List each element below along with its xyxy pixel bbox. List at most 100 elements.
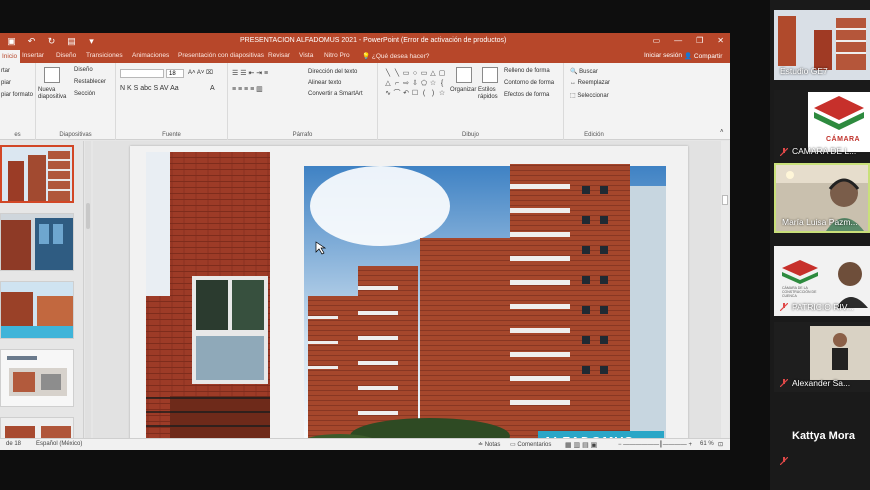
quick-access-toolbar: ▣ ↶ ↻ ▤ ▾ (6, 36, 97, 47)
tab-nitro-pro[interactable]: Nitro Pro (324, 52, 350, 59)
thumbnail-slide[interactable] (0, 145, 74, 203)
ribbon: rtar piar piar formato es Nueva diaposit… (0, 63, 730, 140)
font-family-combo[interactable] (120, 69, 164, 78)
group-slides: Nueva diapositiva Diseño Restablecer Sec… (36, 63, 116, 140)
shapes-gallery[interactable]: ╲ ╲ ▭ ○ ▭ △ ▢ △ ⌐ ⇨ ⇩ ⬠ ☆{ ∿ ⌒ ↶ ☐() ☆ (384, 69, 446, 101)
tab-inicio[interactable]: Inicio (0, 50, 21, 63)
zoom-level[interactable]: 61 % (700, 441, 714, 447)
participants-panel: Estudio GE7 CÁMARA CAMARA DE L... María … (770, 0, 870, 490)
slide-editing-area: ALFADOMUS PRODUCTOS DE ARCILLA (93, 141, 728, 450)
new-slide-button[interactable]: Nueva diapositiva (38, 87, 68, 101)
participant-tile[interactable]: Alexander Sa... (774, 322, 870, 392)
cut-button[interactable]: rtar (1, 68, 10, 74)
select-button[interactable]: ⬚ Seleccionar (570, 92, 609, 99)
share-button[interactable]: 👤 Compartir (684, 52, 722, 60)
tab-diseno[interactable]: Diseño (56, 52, 76, 59)
text-direction-button[interactable]: Dirección del texto (308, 69, 357, 75)
slide-scrollbar[interactable] (721, 141, 729, 438)
window-controls: ▭ — ❐ ✕ (653, 36, 724, 45)
restore-icon[interactable]: ❐ (696, 36, 703, 45)
thumbnails-scrollbar[interactable] (85, 141, 91, 438)
copy-button[interactable]: piar (1, 80, 11, 86)
font-grow-shrink[interactable]: A˄ A˅ ⌧ (188, 69, 213, 76)
participant-tile-active-speaker[interactable]: María Luisa Pazm... (774, 163, 870, 233)
arrange-icon[interactable] (456, 67, 472, 83)
redo-icon[interactable]: ↻ (46, 36, 57, 47)
slide-graphics (146, 152, 666, 450)
group-label-clipboard: es (14, 132, 21, 138)
shape-effects-button[interactable]: Efectos de forma (504, 92, 549, 98)
new-slide-icon[interactable] (44, 67, 60, 83)
fit-slide-icon[interactable]: ⊡ (718, 441, 723, 448)
participant-tile[interactable]: CÁMARA DE LA CONSTRUCCIÓN DE CUENCA PATR… (774, 246, 870, 316)
status-bar: de 18 Español (México) ≐ Notas ▭ Comenta… (0, 438, 730, 450)
shape-outline-button[interactable]: Contorno de forma (504, 80, 554, 86)
participant-tile[interactable]: Kattya Mora (774, 400, 870, 470)
share-label: Compartir (693, 53, 723, 60)
align-text-button[interactable]: Alinear texto (308, 80, 341, 86)
ribbon-tabs: Inicio Insertar Diseño Transiciones Anim… (0, 50, 730, 63)
zoom-slider[interactable]: − ——————┃———— + (618, 441, 692, 448)
participant-name-large: Kattya Mora (792, 430, 855, 442)
participant-tile[interactable]: CÁMARA CAMARA DE L... (774, 90, 870, 160)
save-icon[interactable]: ▣ (6, 36, 17, 47)
slide-counter: de 18 (6, 441, 22, 447)
title-bar: ▣ ↶ ↻ ▤ ▾ PRESENTACION ALFADOMUS 2021 - … (0, 33, 730, 50)
format-painter-button[interactable]: piar formato (1, 92, 33, 98)
arrange-button[interactable]: Organizar (450, 87, 476, 93)
comments-button[interactable]: ▭ Comentarios (510, 441, 551, 448)
participant-name: Alexander Sa... (792, 378, 851, 388)
sign-in-link[interactable]: Iniciar sesión (644, 52, 682, 59)
tab-vista[interactable]: Vista (299, 52, 313, 59)
find-button[interactable]: 🔍 Buscar (570, 68, 598, 75)
reset-button[interactable]: Restablecer (74, 79, 106, 85)
convert-smartart-button[interactable]: Convertir a SmartArt (308, 91, 363, 97)
language-indicator[interactable]: Español (México) (36, 441, 82, 447)
section-button[interactable]: Sección (74, 91, 95, 97)
mic-muted-icon (780, 303, 788, 311)
view-buttons[interactable]: ▦ ▥ ▤ ▣ (565, 441, 597, 449)
start-presentation-icon[interactable]: ▤ (66, 36, 77, 47)
window-title: PRESENTACION ALFADOMUS 2021 - PowerPoint… (240, 37, 507, 44)
font-size-combo[interactable]: 18 (166, 69, 184, 78)
tab-revisar[interactable]: Revisar (268, 52, 290, 59)
group-label-paragraph: Párrafo (292, 132, 313, 138)
font-format-buttons[interactable]: N K S abc S AV Aa (120, 85, 179, 92)
participant-tile[interactable]: Estudio GE7 (774, 10, 870, 80)
current-slide[interactable]: ALFADOMUS PRODUCTOS DE ARCILLA (130, 146, 688, 450)
layout-button[interactable]: Diseño (74, 67, 93, 73)
group-label-slides: Diapositivas (59, 132, 92, 138)
thumbnail-house-image (1, 214, 73, 270)
tab-transiciones[interactable]: Transiciones (86, 52, 123, 59)
quick-styles-icon[interactable] (482, 67, 498, 83)
thumbnail-slide[interactable] (0, 417, 74, 438)
font-color-button[interactable]: A (210, 85, 215, 92)
mic-muted-icon (780, 379, 788, 387)
tab-presentacion[interactable]: Presentación con diapositivas (178, 52, 264, 59)
ribbon-display-icon[interactable]: ▭ (653, 36, 661, 45)
align-buttons[interactable]: ≡ ≡ ≡ ≡ ▥ (232, 85, 263, 93)
slide-thumbnails-pane (0, 141, 84, 438)
undo-icon[interactable]: ↶ (26, 36, 37, 47)
thumbnail-slide[interactable] (0, 281, 74, 339)
list-buttons[interactable]: ☰ ☰ ⇤ ⇥ ≡ (232, 69, 268, 77)
group-font: 18 A˄ A˅ ⌧ N K S abc S AV Aa A Fuente (116, 63, 228, 140)
thumbnail-slide[interactable] (0, 213, 74, 271)
replace-button[interactable]: ↔ Reemplazar (570, 80, 610, 86)
minimize-icon[interactable]: — (674, 36, 682, 45)
collapse-ribbon-icon[interactable]: ˄ (720, 129, 724, 135)
notes-button[interactable]: ≐ Notas (478, 441, 500, 448)
group-paragraph: ☰ ☰ ⇤ ⇥ ≡ ≡ ≡ ≡ ≡ ▥ Dirección del texto … (228, 63, 378, 140)
quick-styles-button[interactable]: Estilos rápidos (478, 87, 500, 101)
tell-me-box[interactable]: 💡 ¿Qué desea hacer? (362, 52, 429, 60)
select-label: Seleccionar (577, 93, 609, 99)
thumbnail-plan-image (1, 350, 73, 406)
tab-insertar[interactable]: Insertar (22, 52, 44, 59)
customize-qat-icon[interactable]: ▾ (86, 36, 97, 47)
tab-animaciones[interactable]: Animaciones (132, 52, 169, 59)
thumbnail-slide[interactable] (0, 349, 74, 407)
group-label-drawing: Dibujo (461, 132, 479, 138)
shape-fill-button[interactable]: Relleno de forma (504, 68, 550, 74)
close-icon[interactable]: ✕ (717, 36, 724, 45)
mic-muted-icon (780, 457, 788, 465)
